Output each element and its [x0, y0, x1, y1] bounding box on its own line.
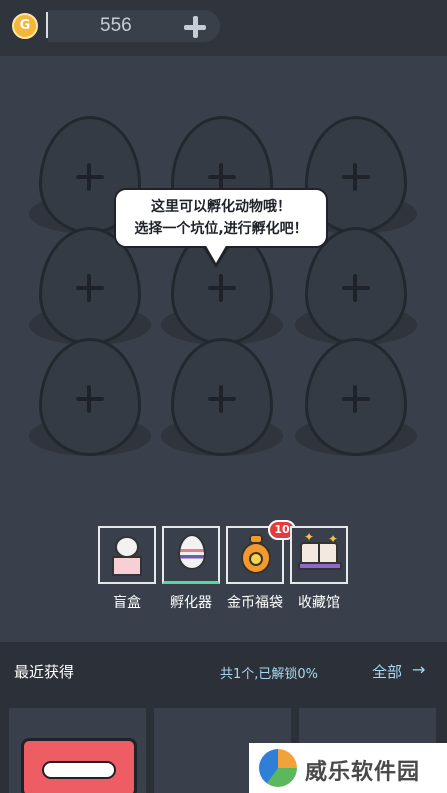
top-bar: 556 — [0, 0, 447, 56]
incubator-slot-7[interactable] — [29, 338, 163, 456]
recent-title: 最近获得 — [14, 663, 75, 681]
tool-blind-box[interactable]: 盲盒 — [98, 526, 156, 612]
tool-label: 收藏馆 — [298, 595, 340, 611]
cassette-icon — [21, 738, 137, 793]
watermark-text: 威乐软件园 — [305, 760, 421, 785]
coin-count: 556 — [100, 15, 132, 36]
recent-item-card[interactable] — [9, 708, 146, 793]
plus-icon — [208, 163, 236, 191]
tool-coin-bag[interactable]: 10 金币福袋 — [226, 520, 296, 612]
watermark-logo-icon — [259, 749, 297, 787]
tool-collection[interactable]: ✦ ✦ 收藏馆 — [290, 526, 348, 612]
plus-icon — [76, 385, 104, 413]
plus-icon — [208, 385, 236, 413]
bubble-line-2: 选择一个坑位,进行孵化吧！ — [134, 221, 308, 237]
unlock-progress-text: 共1个,已解锁0% — [220, 667, 319, 682]
divider — [46, 12, 48, 38]
plus-icon — [342, 385, 370, 413]
sparkle-icon: ✦ — [328, 532, 339, 546]
plus-icon — [342, 274, 370, 302]
plus-icon — [76, 274, 104, 302]
view-all-link[interactable]: 全部 — [372, 661, 402, 682]
tool-incubator[interactable]: 孵化器 — [162, 526, 220, 612]
coin-bag-icon — [241, 534, 271, 574]
plus-icon — [342, 163, 370, 191]
incubator-slot-9[interactable] — [295, 338, 429, 456]
coin-icon — [12, 13, 38, 39]
plus-icon — [208, 274, 236, 302]
watermark: 威乐软件园 — [249, 743, 447, 793]
add-coins-button[interactable] — [182, 14, 208, 40]
arrow-right-icon[interactable]: → — [412, 660, 425, 679]
incubator-egg-icon — [178, 534, 206, 570]
plus-icon — [76, 163, 104, 191]
collection-book-icon — [298, 542, 342, 570]
bubble-line-1: 这里可以孵化动物哦！ — [151, 199, 291, 215]
blind-box-icon — [112, 536, 142, 576]
tutorial-bubble: 这里可以孵化动物哦！ 选择一个坑位,进行孵化吧！ — [114, 188, 328, 248]
sparkle-icon: ✦ — [304, 530, 315, 544]
incubator-slot-8[interactable] — [161, 338, 295, 456]
tool-bar: 盲盒 孵化器 10 金币福袋 ✦ ✦ 收藏馆 — [0, 520, 447, 616]
